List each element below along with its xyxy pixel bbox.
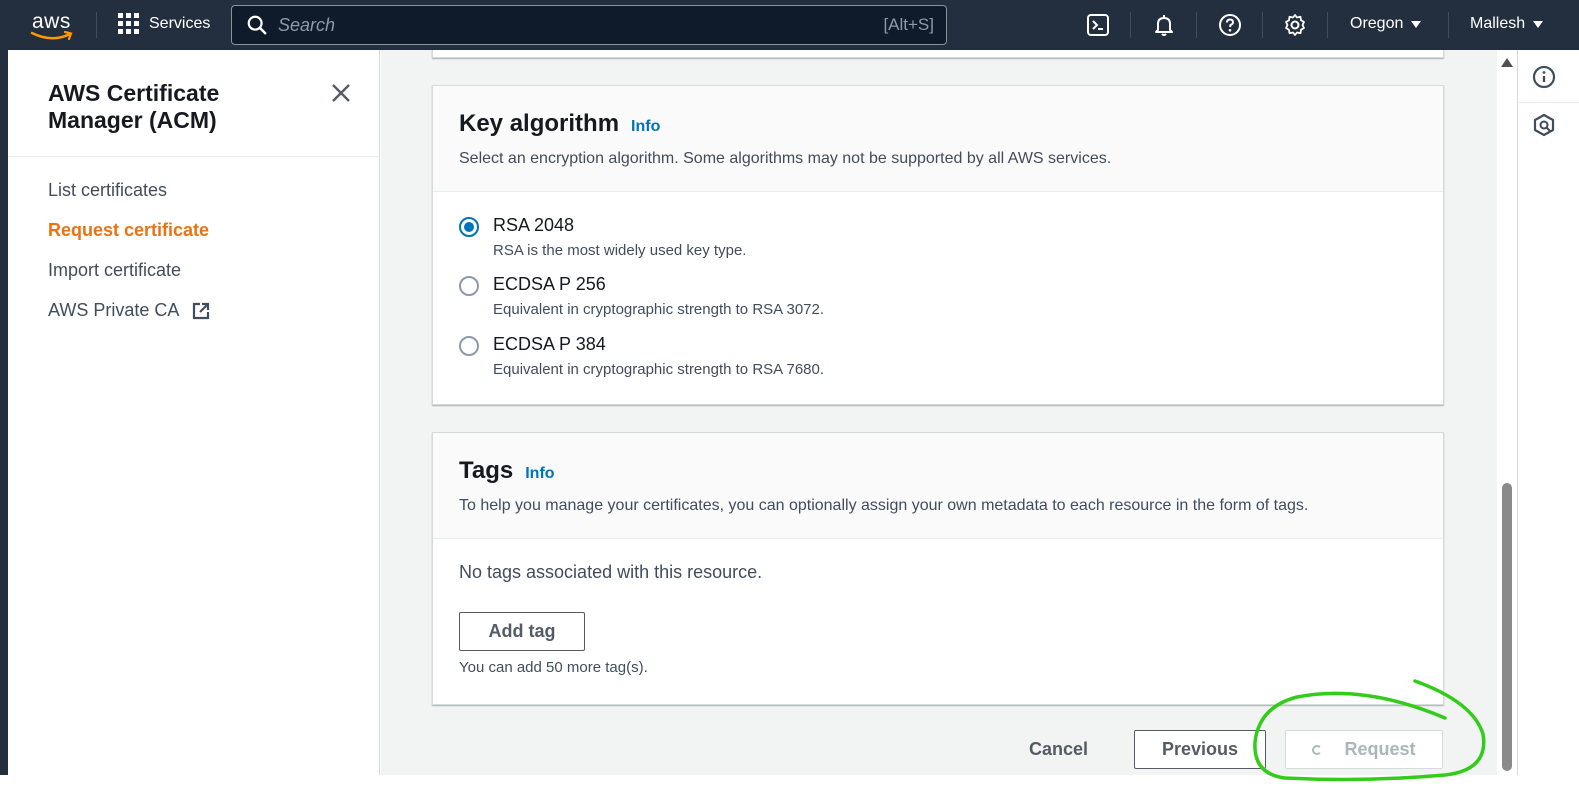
tags-header: Tags Info To help you manage your certif… <box>433 433 1443 539</box>
service-title: AWS Certificate Manager (ACM) <box>48 80 220 133</box>
search-icon <box>247 15 267 35</box>
radio-option-description: RSA is the most widely used key type. <box>493 242 747 259</box>
nav-divider <box>1448 12 1449 38</box>
add-tag-button[interactable]: Add tag <box>459 612 585 651</box>
tags-limit-text: You can add 50 more tag(s). <box>459 659 648 676</box>
services-label: Services <box>149 14 211 32</box>
tags-card: Tags Info To help you manage your certif… <box>432 432 1444 705</box>
caret-down-icon <box>1411 20 1422 28</box>
radio-option-label: ECDSA P 384 <box>493 334 606 354</box>
radio-option-description: Equivalent in cryptographic strength to … <box>493 361 825 378</box>
radio-option-ecdsa-p256[interactable]: ECDSA P 256 Equivalent in cryptographic … <box>459 274 824 318</box>
nav-divider <box>1262 12 1263 38</box>
nav-divider <box>1196 12 1197 38</box>
previous-card-edge <box>432 50 1444 58</box>
scrollbar-thumb[interactable] <box>1502 483 1512 771</box>
previous-button[interactable]: Previous <box>1134 730 1266 769</box>
region-label: Oregon <box>1350 15 1404 32</box>
sidebar-item-label: AWS Private CA <box>48 300 180 320</box>
window-frame-left <box>0 0 8 775</box>
top-navigation-bar: aws Services [Alt+S] <box>8 0 1579 50</box>
radio-button-selected[interactable] <box>459 217 479 237</box>
radio-option-ecdsa-p384[interactable]: ECDSA P 384 Equivalent in cryptographic … <box>459 334 824 378</box>
rail-divider <box>1518 102 1579 103</box>
tags-info-link[interactable]: Info <box>525 465 554 483</box>
side-navigation: AWS Certificate Manager (ACM) List certi… <box>8 50 380 775</box>
request-button[interactable]: Request <box>1285 730 1443 769</box>
settings-gear-icon[interactable] <box>1283 13 1307 37</box>
tags-empty-text: No tags associated with this resource. <box>459 562 763 582</box>
key-algorithm-title: Key algorithm <box>459 110 620 137</box>
window-frame-bottom <box>0 775 1579 793</box>
grid-icon <box>118 13 139 34</box>
nav-divider <box>1327 12 1328 38</box>
external-link-icon <box>193 302 210 319</box>
tags-description: To help you manage your certificates, yo… <box>459 497 1309 514</box>
security-hexagon-icon[interactable] <box>1532 113 1556 137</box>
cloudshell-icon[interactable] <box>1086 13 1110 37</box>
nav-divider <box>1130 12 1131 38</box>
radio-button[interactable] <box>459 276 479 296</box>
search-shortcut-hint: [Alt+S] <box>883 15 934 34</box>
aws-logo[interactable]: aws <box>30 8 76 42</box>
scroll-up-arrow-icon[interactable] <box>1501 58 1513 67</box>
sidebar-item-label: List certificates <box>48 180 168 200</box>
account-menu[interactable]: Mallesh <box>1470 15 1544 33</box>
tags-title: Tags <box>459 457 514 484</box>
info-panel-icon[interactable] <box>1532 65 1556 89</box>
radio-option-description: Equivalent in cryptographic strength to … <box>493 301 825 318</box>
sidebar-item-label: Import certificate <box>48 260 182 280</box>
search-bar[interactable]: [Alt+S] <box>231 5 947 45</box>
services-menu-button[interactable]: Services <box>118 13 210 34</box>
nav-divider <box>96 12 97 38</box>
cancel-button[interactable]: Cancel <box>1029 739 1088 760</box>
request-button-label: Request <box>1344 739 1416 759</box>
key-algorithm-description: Select an encryption algorithm. Some alg… <box>459 150 1112 167</box>
key-algorithm-header: Key algorithm Info Select an encryption … <box>433 86 1443 192</box>
sidebar-item-list-certificates[interactable]: List certificates <box>48 180 167 201</box>
user-name: Mallesh <box>1470 15 1526 32</box>
search-input[interactable] <box>278 14 838 36</box>
sidebar-item-import-certificate[interactable]: Import certificate <box>48 260 181 281</box>
radio-option-rsa-2048[interactable]: RSA 2048 RSA is the most widely used key… <box>459 215 746 259</box>
caret-down-icon <box>1533 20 1544 28</box>
radio-option-label: RSA 2048 <box>493 215 575 235</box>
key-algorithm-info-link[interactable]: Info <box>631 118 660 136</box>
radio-button[interactable] <box>459 336 479 356</box>
region-selector[interactable]: Oregon <box>1350 15 1422 33</box>
sidebar-item-request-certificate[interactable]: Request certificate <box>48 220 209 241</box>
scrollbar[interactable] <box>1497 50 1517 775</box>
radio-option-label: ECDSA P 256 <box>493 274 606 294</box>
side-divider <box>8 156 380 157</box>
help-icon[interactable] <box>1218 13 1242 37</box>
main-content: Key algorithm Info Select an encryption … <box>381 50 1497 775</box>
loading-spinner-icon <box>1312 744 1323 755</box>
sidebar-item-aws-private-ca[interactable]: AWS Private CA <box>48 300 211 321</box>
notifications-bell-icon[interactable] <box>1152 13 1176 37</box>
aws-smile-icon <box>30 30 73 41</box>
close-icon[interactable] <box>330 82 352 104</box>
utility-rail <box>1517 50 1579 775</box>
key-algorithm-card: Key algorithm Info Select an encryption … <box>432 85 1444 405</box>
sidebar-item-label: Request certificate <box>48 220 210 240</box>
